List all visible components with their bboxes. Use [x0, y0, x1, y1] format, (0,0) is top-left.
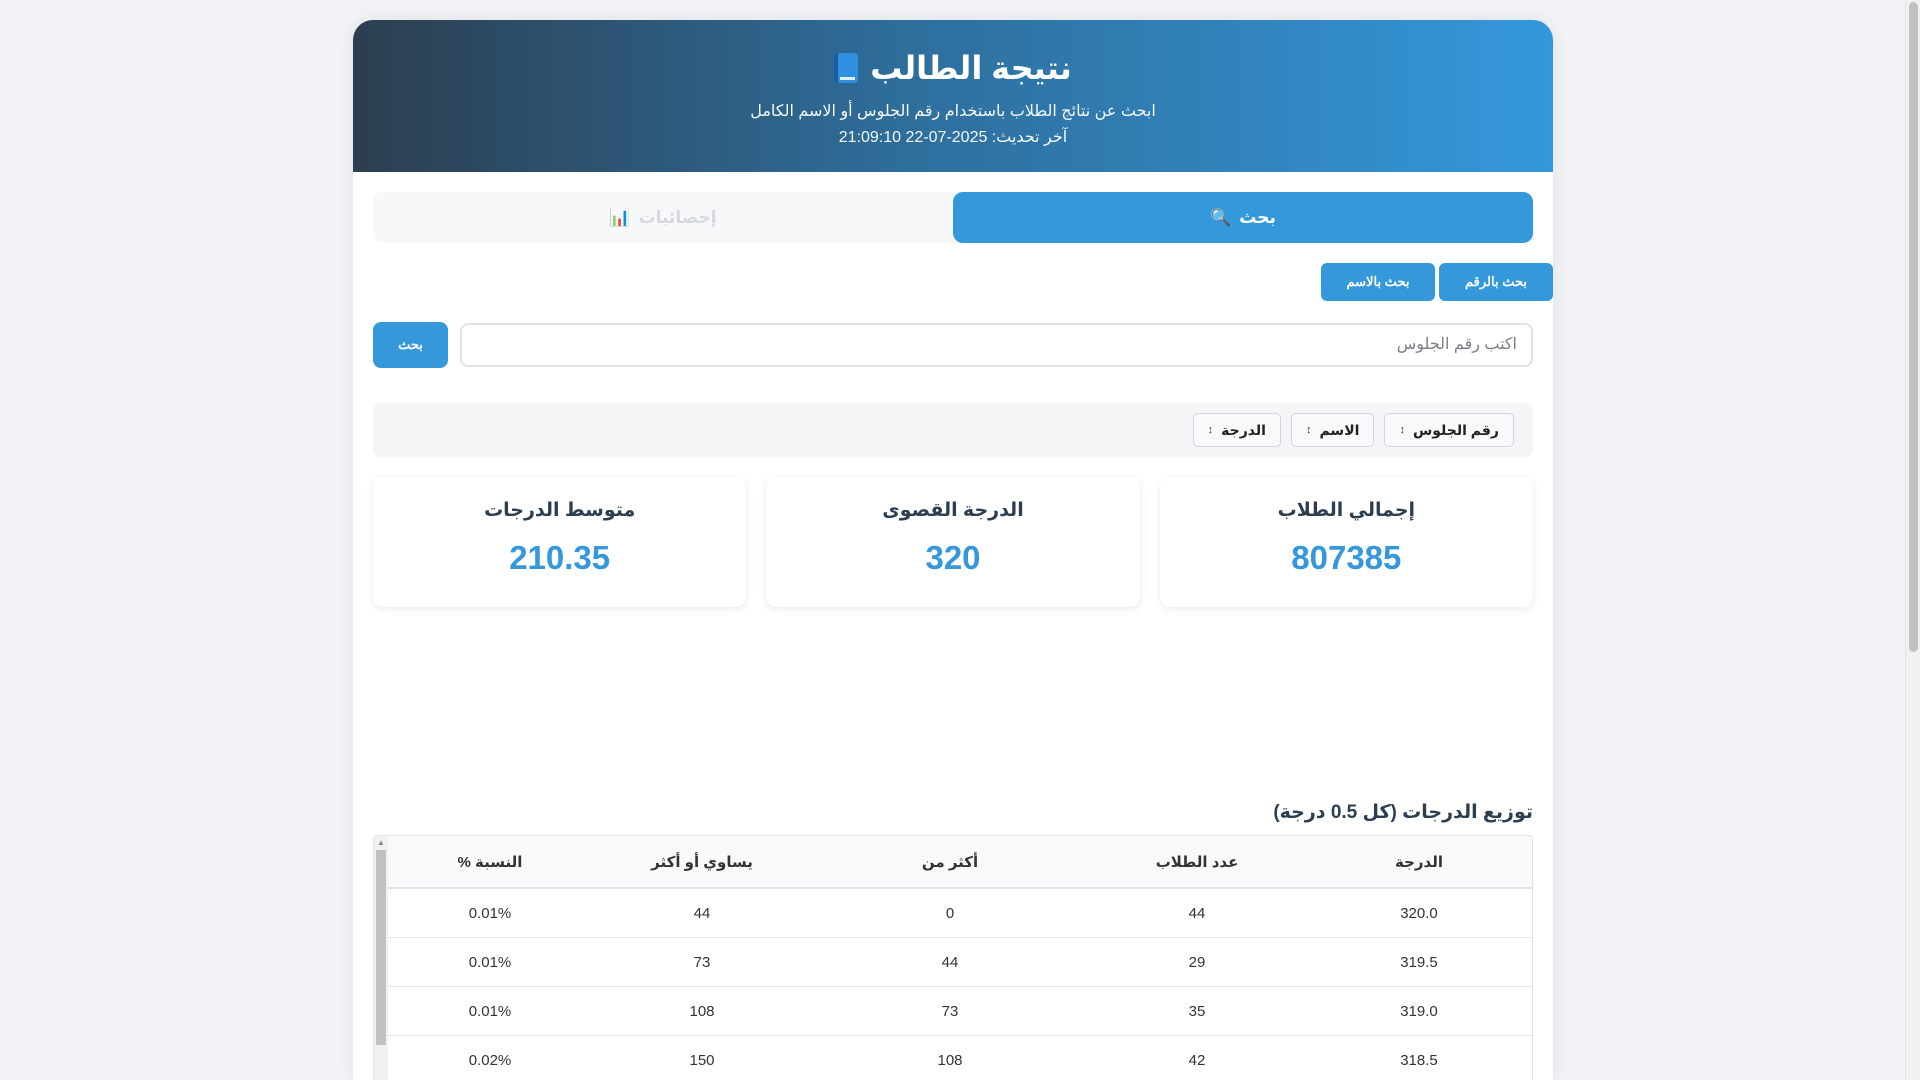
- stat-card-average-grade: متوسط الدرجات 210.35: [373, 477, 747, 607]
- cell-grade: 318.5: [1306, 1035, 1532, 1080]
- sort-icon: ↕: [1305, 424, 1312, 436]
- cell-student-count: 44: [1088, 888, 1306, 938]
- sort-by-seat-number-button[interactable]: رقم الجلوس ↕: [1384, 413, 1514, 447]
- table-scrollbar-thumb[interactable]: [376, 850, 386, 1045]
- stat-value: 210.35: [509, 539, 611, 576]
- sort-by-name-button[interactable]: الاسم ↕: [1290, 413, 1375, 447]
- distribution-table: الدرجة عدد الطلاب أكثر من يساوي أو أكثر …: [388, 836, 1532, 1080]
- page-title: نتيجة الطالب: [353, 48, 1553, 88]
- table-row: 319.5 29 44 73 0.01%: [388, 937, 1532, 987]
- search-by-name-button[interactable]: بحث بالاسم: [1321, 263, 1435, 301]
- cell-student-count: 42: [1088, 1035, 1306, 1080]
- search-input[interactable]: [460, 323, 1533, 367]
- stat-label: الدرجة القصوى: [882, 500, 1024, 521]
- cell-percentage: 0.01%: [388, 986, 592, 1036]
- distribution-table-container[interactable]: ▲ الدرجة عدد الطلاب أكثر من يساوي أو أكث…: [373, 835, 1533, 1080]
- book-icon: [834, 53, 859, 83]
- sort-icon: ↕: [1207, 424, 1214, 436]
- main-container: نتيجة الطالب ابحث عن نتائج الطلاب باستخد…: [353, 20, 1553, 1080]
- stat-value: 320: [925, 539, 981, 576]
- cell-grade: 319.5: [1306, 937, 1532, 987]
- stat-label: متوسط الدرجات: [484, 500, 636, 521]
- chart-icon: 📊: [609, 207, 631, 227]
- search-by-number-button[interactable]: بحث بالرقم: [1439, 263, 1553, 301]
- content-area: بحث 🔍 إحصائيات 📊 بحث بالرقم بحث بالاسم ب…: [353, 172, 1553, 1080]
- table-scrollbar[interactable]: ▲: [374, 836, 388, 1080]
- sort-by-seat-number-label: رقم الجلوس: [1412, 421, 1499, 438]
- stat-label: إجمالي الطلاب: [1277, 500, 1416, 521]
- stat-card-total-students: إجمالي الطلاب 807385: [1159, 477, 1533, 607]
- page-scrollbar[interactable]: [1905, 0, 1920, 1080]
- cell-percentage: 0.01%: [388, 888, 592, 938]
- sort-by-name-label: الاسم: [1319, 421, 1360, 438]
- sort-by-grade-button[interactable]: الدرجة ↕: [1192, 413, 1281, 447]
- cell-equal-or-more: 44: [592, 888, 812, 938]
- search-button[interactable]: بحث: [373, 322, 448, 368]
- column-header-student-count: عدد الطلاب: [1088, 836, 1306, 889]
- cell-grade: 320.0: [1306, 888, 1532, 938]
- sort-bar: رقم الجلوس ↕ الاسم ↕ الدرجة ↕: [373, 403, 1533, 457]
- page-title-text: نتيجة الطالب: [870, 50, 1072, 86]
- tab-statistics[interactable]: إحصائيات 📊: [373, 192, 953, 243]
- table-row: 318.5 42 108 150 0.02%: [388, 1035, 1532, 1080]
- tab-search-label: بحث: [1239, 207, 1276, 227]
- tab-statistics-label: إحصائيات: [638, 207, 717, 227]
- search-mode-group: بحث بالرقم بحث بالاسم: [1321, 263, 1553, 301]
- sort-by-grade-label: الدرجة: [1221, 421, 1266, 438]
- page-subtitle: ابحث عن نتائج الطلاب باستخدام رقم الجلوس…: [750, 103, 1156, 120]
- cell-student-count: 35: [1088, 986, 1306, 1036]
- page-header: نتيجة الطالب ابحث عن نتائج الطلاب باستخد…: [353, 20, 1553, 172]
- column-header-more-than: أكثر من: [812, 836, 1088, 889]
- cell-grade: 319.0: [1306, 986, 1532, 1036]
- search-mode-row: بحث بالرقم بحث بالاسم: [373, 263, 1553, 301]
- column-header-percentage: النسبة %: [388, 836, 592, 889]
- cell-equal-or-more: 150: [592, 1035, 812, 1080]
- cell-percentage: 0.02%: [388, 1035, 592, 1080]
- cell-equal-or-more: 108: [592, 986, 812, 1036]
- cell-percentage: 0.01%: [388, 937, 592, 987]
- cell-more-than: 108: [812, 1035, 1088, 1080]
- column-header-equal-or-more: يساوي أو أكثر: [592, 836, 812, 889]
- stat-card-max-grade: الدرجة القصوى 320: [766, 477, 1140, 607]
- cell-equal-or-more: 73: [592, 937, 812, 987]
- cell-more-than: 73: [812, 986, 1088, 1036]
- search-row: بحث: [373, 322, 1533, 368]
- tab-search[interactable]: بحث 🔍: [953, 192, 1533, 243]
- last-updated: آخر تحديث: 2025-07-22 21:09:10: [838, 129, 1068, 146]
- stats-row: إجمالي الطلاب 807385 الدرجة القصوى 320 م…: [373, 477, 1533, 607]
- cell-more-than: 44: [812, 937, 1088, 987]
- search-icon: 🔍: [1210, 207, 1232, 227]
- page-scrollbar-thumb[interactable]: [1909, 2, 1918, 652]
- table-row: 319.0 35 73 108 0.01%: [388, 986, 1532, 1036]
- cell-more-than: 0: [812, 888, 1088, 938]
- cell-student-count: 29: [1088, 937, 1306, 987]
- tab-bar: بحث 🔍 إحصائيات 📊: [373, 192, 1533, 243]
- table-row: 320.0 44 0 44 0.01%: [388, 888, 1532, 938]
- scroll-up-icon[interactable]: ▲: [377, 838, 385, 847]
- stat-value: 807385: [1291, 539, 1402, 576]
- table-header-row: الدرجة عدد الطلاب أكثر من يساوي أو أكثر …: [388, 836, 1532, 889]
- sort-icon: ↕: [1399, 424, 1405, 436]
- distribution-title: توزيع الدرجات (كل 0.5 درجة): [1273, 802, 1533, 823]
- column-header-grade: الدرجة: [1306, 836, 1532, 889]
